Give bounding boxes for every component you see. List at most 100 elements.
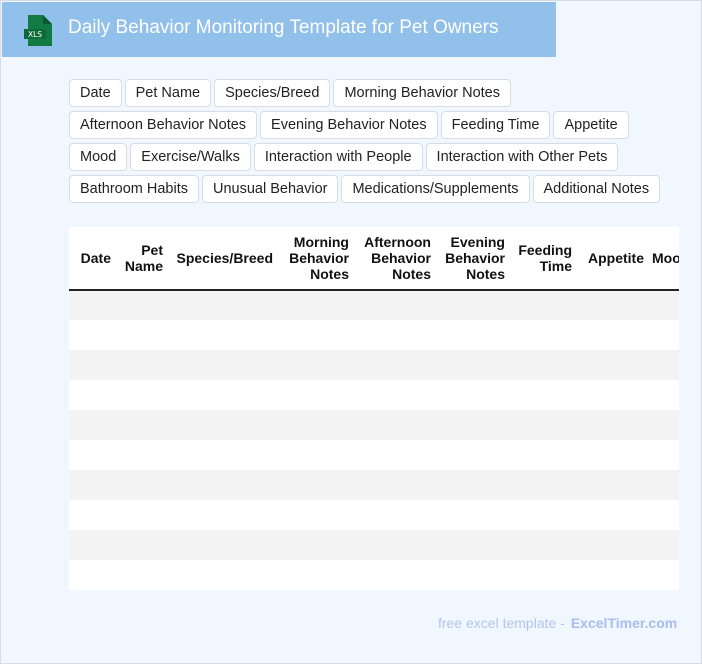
column-tag[interactable]: Pet Name	[124, 79, 212, 107]
table-cell[interactable]	[509, 410, 576, 440]
table-cell[interactable]	[576, 500, 648, 530]
table-cell[interactable]	[277, 320, 353, 350]
table-cell[interactable]	[648, 470, 679, 500]
table-cell[interactable]	[353, 290, 435, 320]
table-cell[interactable]	[648, 560, 679, 590]
table-cell[interactable]	[167, 350, 277, 380]
table-cell[interactable]	[167, 470, 277, 500]
table-cell[interactable]	[353, 470, 435, 500]
table-cell[interactable]	[509, 560, 576, 590]
table-cell[interactable]	[69, 320, 115, 350]
column-tag[interactable]: Unusual Behavior	[202, 175, 339, 203]
table-cell[interactable]	[115, 500, 167, 530]
table-cell[interactable]	[115, 380, 167, 410]
table-cell[interactable]	[648, 320, 679, 350]
table-cell[interactable]	[435, 530, 509, 560]
table-cell[interactable]	[115, 470, 167, 500]
column-tag[interactable]: Bathroom Habits	[69, 175, 199, 203]
table-cell[interactable]	[648, 290, 679, 320]
table-cell[interactable]	[648, 380, 679, 410]
table-cell[interactable]	[277, 470, 353, 500]
table-cell[interactable]	[115, 560, 167, 590]
table-cell[interactable]	[69, 500, 115, 530]
table-cell[interactable]	[435, 470, 509, 500]
table-cell[interactable]	[115, 320, 167, 350]
table-cell[interactable]	[277, 440, 353, 470]
table-cell[interactable]	[509, 290, 576, 320]
table-cell[interactable]	[167, 290, 277, 320]
table-cell[interactable]	[353, 350, 435, 380]
table-cell[interactable]	[69, 380, 115, 410]
table-cell[interactable]	[69, 530, 115, 560]
column-tag[interactable]: Feeding Time	[440, 111, 551, 139]
table-cell[interactable]	[167, 320, 277, 350]
table-cell[interactable]	[277, 380, 353, 410]
column-tag[interactable]: Interaction with People	[253, 143, 423, 171]
table-cell[interactable]	[167, 500, 277, 530]
table-cell[interactable]	[277, 290, 353, 320]
table-cell[interactable]	[277, 500, 353, 530]
table-cell[interactable]	[509, 350, 576, 380]
table-cell[interactable]	[69, 440, 115, 470]
table-cell[interactable]	[353, 530, 435, 560]
table-cell[interactable]	[509, 320, 576, 350]
table-cell[interactable]	[576, 560, 648, 590]
table-cell[interactable]	[353, 380, 435, 410]
table-cell[interactable]	[167, 410, 277, 440]
table-cell[interactable]	[69, 290, 115, 320]
column-tag[interactable]: Mood	[69, 143, 128, 171]
table-cell[interactable]	[509, 470, 576, 500]
column-tag[interactable]: Evening Behavior Notes	[260, 111, 438, 139]
table-cell[interactable]	[576, 350, 648, 380]
footer-brand-link[interactable]: ExcelTimer.com	[571, 615, 677, 631]
table-cell[interactable]	[69, 350, 115, 380]
table-cell[interactable]	[648, 530, 679, 560]
table-cell[interactable]	[115, 530, 167, 560]
table-cell[interactable]	[353, 500, 435, 530]
column-tag[interactable]: Appetite	[553, 111, 629, 139]
column-tag[interactable]: Interaction with Other Pets	[425, 143, 619, 171]
table-cell[interactable]	[277, 560, 353, 590]
table-cell[interactable]	[353, 560, 435, 590]
table-cell[interactable]	[648, 440, 679, 470]
table-cell[interactable]	[648, 350, 679, 380]
table-cell[interactable]	[509, 500, 576, 530]
column-tag[interactable]: Medications/Supplements	[341, 175, 530, 203]
column-tag[interactable]: Species/Breed	[214, 79, 331, 107]
column-tag[interactable]: Morning Behavior Notes	[333, 79, 511, 107]
column-tag[interactable]: Exercise/Walks	[130, 143, 251, 171]
table-cell[interactable]	[115, 290, 167, 320]
table-cell[interactable]	[576, 320, 648, 350]
table-cell[interactable]	[576, 290, 648, 320]
table-cell[interactable]	[648, 500, 679, 530]
table-cell[interactable]	[435, 410, 509, 440]
table-cell[interactable]	[277, 350, 353, 380]
table-cell[interactable]	[509, 380, 576, 410]
table-cell[interactable]	[167, 560, 277, 590]
table-cell[interactable]	[167, 440, 277, 470]
table-cell[interactable]	[435, 500, 509, 530]
table-cell[interactable]	[69, 410, 115, 440]
table-cell[interactable]	[435, 320, 509, 350]
table-cell[interactable]	[576, 410, 648, 440]
table-cell[interactable]	[509, 440, 576, 470]
table-cell[interactable]	[509, 530, 576, 560]
table-cell[interactable]	[435, 350, 509, 380]
table-cell[interactable]	[69, 560, 115, 590]
table-cell[interactable]	[167, 380, 277, 410]
table-cell[interactable]	[435, 560, 509, 590]
table-cell[interactable]	[115, 440, 167, 470]
table-cell[interactable]	[576, 440, 648, 470]
table-cell[interactable]	[353, 410, 435, 440]
table-cell[interactable]	[353, 440, 435, 470]
table-cell[interactable]	[576, 380, 648, 410]
table-cell[interactable]	[115, 410, 167, 440]
column-tag[interactable]: Additional Notes	[532, 175, 661, 203]
table-cell[interactable]	[435, 290, 509, 320]
table-cell[interactable]	[576, 470, 648, 500]
column-tag[interactable]: Afternoon Behavior Notes	[69, 111, 258, 139]
table-cell[interactable]	[277, 530, 353, 560]
table-cell[interactable]	[435, 440, 509, 470]
table-cell[interactable]	[648, 410, 679, 440]
table-cell[interactable]	[167, 530, 277, 560]
